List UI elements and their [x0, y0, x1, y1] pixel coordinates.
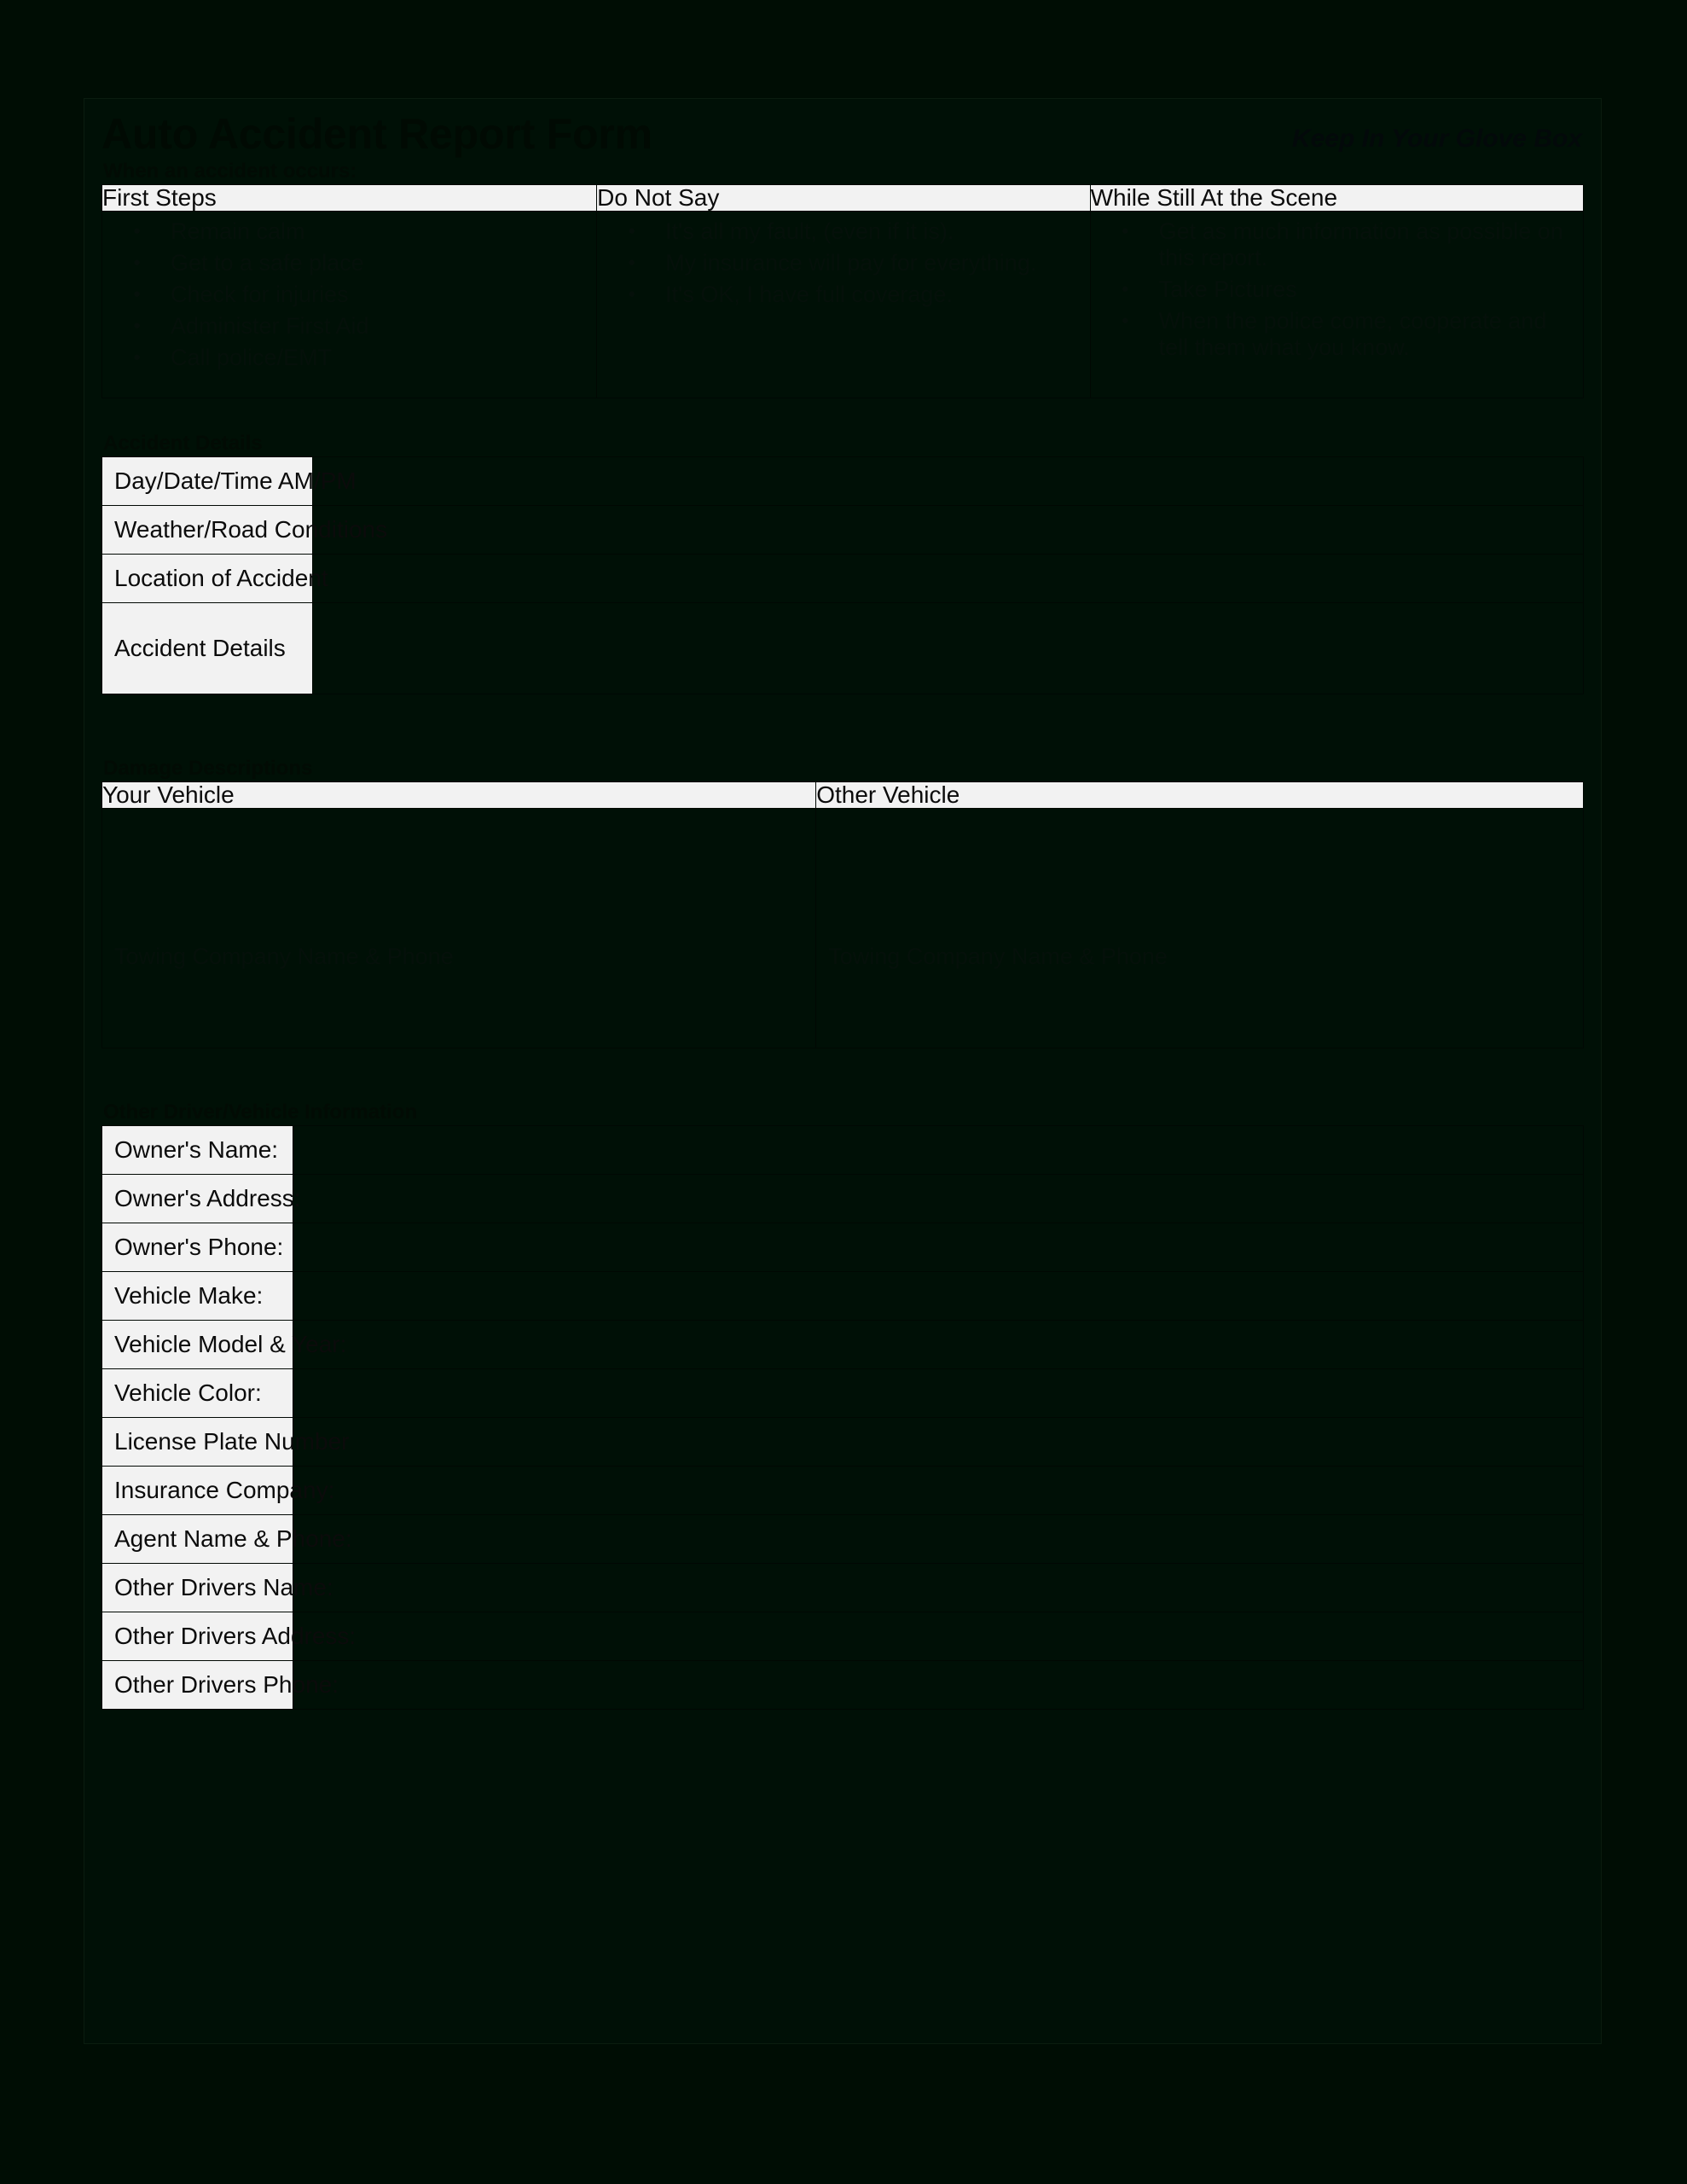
field-label-agent-name-phone: Agent Name & Phone:: [101, 1514, 352, 1564]
table-row: Other Drivers Phone:: [101, 1660, 1584, 1710]
table-row: Agent Name & Phone:: [101, 1514, 1584, 1564]
field-label-owners-address: Owner's Address:: [101, 1174, 301, 1223]
accident-details-table: Day/Date/Time AM/PM Weather/Road Conditi…: [101, 456, 1585, 694]
advice-body-row: Remain calm Get to a safe place Check fo…: [101, 211, 1585, 398]
field-label-license-plate-number: License Plate Number: [101, 1417, 349, 1467]
advice-column-header-while-still-at-the-scene: While Still At the Scene: [1089, 184, 1585, 212]
advice-list-first-steps: Remain calm Get to a safe place Check fo…: [101, 211, 598, 398]
damage-column-header-your-vehicle: Your Vehicle: [101, 781, 817, 809]
list-item: It's OK, I have full coverage.: [628, 281, 1084, 308]
field-value-day-date-time[interactable]: [311, 456, 1585, 506]
table-row: Weather/Road Conditions: [101, 505, 1585, 555]
field-label-insurance-company: Insurance Company:: [101, 1466, 334, 1515]
list-item: My insurance will pay for everything.: [628, 249, 1084, 276]
field-label-accident-details: Accident Details: [101, 602, 313, 694]
list-item: Get as much information as possible on t…: [1122, 218, 1578, 271]
field-label-weather-road-conditions: Weather/Road Conditions: [101, 505, 387, 555]
table-row: License Plate Number: [101, 1417, 1584, 1467]
list-item: When the police come, cooperate and tell…: [1122, 307, 1578, 361]
field-value-other-drivers-phone[interactable]: [293, 1660, 1584, 1710]
field-value-vehicle-color[interactable]: [293, 1368, 1584, 1418]
field-value-weather-road-conditions[interactable]: [311, 505, 1585, 555]
field-value-other-drivers-address[interactable]: [293, 1612, 1584, 1661]
list-item: Take Pictures: [1122, 276, 1578, 303]
field-label-other-drivers-name: Other Drivers Name:: [101, 1563, 333, 1612]
damage-area-your-vehicle[interactable]: Towing Company Name & Phone: [101, 808, 817, 1048]
field-label-owners-phone: Owner's Phone:: [101, 1223, 294, 1272]
field-label-vehicle-make: Vehicle Make:: [101, 1271, 294, 1321]
field-value-other-drivers-name[interactable]: [293, 1563, 1584, 1612]
table-row: Vehicle Model & Year:: [101, 1320, 1584, 1369]
damage-body-row: Towing Company Name & Phone Towing Compa…: [101, 808, 1584, 1048]
field-value-agent-name-phone[interactable]: [293, 1514, 1584, 1564]
table-row: Other Drivers Address:: [101, 1612, 1584, 1661]
damage-area-other-vehicle[interactable]: Towing Company Name & Phone: [815, 808, 1584, 1048]
field-value-vehicle-make[interactable]: [293, 1271, 1584, 1321]
field-value-location-of-accident[interactable]: [311, 554, 1585, 603]
field-label-owners-name: Owner's Name:: [101, 1125, 294, 1175]
other-driver-vehicle-table: Owner's Name: Owner's Address: Owner's P…: [101, 1125, 1584, 1710]
field-label-day-date-time: Day/Date/Time AM/PM: [101, 456, 357, 506]
document-page: Auto Accident Report Form Keep In Your G…: [84, 98, 1602, 2044]
towing-company-label-your-vehicle: Towing Company Name & Phone: [114, 944, 454, 969]
document-header: Auto Accident Report Form Keep In Your G…: [101, 109, 1584, 183]
field-value-vehicle-model-year[interactable]: [293, 1320, 1584, 1369]
damage-header-row: Your Vehicle Other Vehicle: [101, 781, 1584, 809]
field-label-vehicle-model-year: Vehicle Model & Year:: [101, 1320, 346, 1369]
field-value-license-plate-number[interactable]: [293, 1417, 1584, 1467]
list-item: Get to a safe place: [133, 249, 591, 276]
list-item: It's all my fault, (even if it is).: [628, 218, 1084, 245]
field-value-owners-address[interactable]: [293, 1174, 1584, 1223]
field-label-other-drivers-address: Other Drivers Address:: [101, 1612, 356, 1661]
list-item: Remain calm: [133, 218, 591, 245]
page-content: Auto Accident Report Form Keep In Your G…: [101, 109, 1585, 1710]
field-value-owners-name[interactable]: [293, 1125, 1584, 1175]
advice-list-while-still-at-the-scene: Get as much information as possible on t…: [1089, 211, 1585, 398]
advice-header-row: First Steps Do Not Say While Still At th…: [101, 184, 1585, 212]
advice-column-header-first-steps: First Steps: [101, 184, 598, 212]
table-row: Owner's Phone:: [101, 1223, 1584, 1272]
towing-company-label-other-vehicle: Towing Company Name & Phone: [828, 944, 1168, 969]
table-row: Vehicle Make:: [101, 1271, 1584, 1321]
section-label-damage-descriptions: Damage Descriptions: [103, 757, 313, 780]
advice-table: First Steps Do Not Say While Still At th…: [101, 184, 1585, 398]
table-row: Vehicle Color:: [101, 1368, 1584, 1418]
field-label-vehicle-color: Vehicle Color:: [101, 1368, 294, 1418]
table-row: Insurance Company:: [101, 1466, 1584, 1515]
table-row: Day/Date/Time AM/PM: [101, 456, 1585, 506]
section-label-other-driver-vehicle-information: Other Driver/Vehicle Information: [103, 1101, 418, 1124]
advice-list-do-not-say: It's all my fault, (even if it is). My i…: [596, 211, 1091, 398]
field-label-location-of-accident: Location of Accident: [101, 554, 328, 603]
table-row: Accident Details: [101, 602, 1585, 694]
section-label-accident-details: Accident Details: [103, 432, 263, 455]
field-value-accident-details[interactable]: [311, 602, 1585, 694]
table-row: Owner's Address:: [101, 1174, 1584, 1223]
advice-column-header-do-not-say: Do Not Say: [596, 184, 1091, 212]
damage-column-header-other-vehicle: Other Vehicle: [815, 781, 1584, 809]
damage-descriptions-table: Your Vehicle Other Vehicle Towing Compan…: [101, 781, 1584, 1048]
list-item: Check for injuries: [133, 281, 591, 308]
list-item: Call police/EMT: [133, 344, 591, 371]
field-label-other-drivers-phone: Other Drivers Phone:: [101, 1660, 339, 1710]
list-item: Administer First Aid: [133, 312, 591, 340]
document-tagline: Keep In Your Glove Box: [1291, 125, 1582, 153]
page-title: Auto Accident Report Form: [101, 110, 652, 158]
table-row: Other Drivers Name:: [101, 1563, 1584, 1612]
table-row: Location of Accident: [101, 554, 1585, 603]
field-value-insurance-company[interactable]: [293, 1466, 1584, 1515]
table-row: Owner's Name:: [101, 1125, 1584, 1175]
field-value-owners-phone[interactable]: [293, 1223, 1584, 1272]
